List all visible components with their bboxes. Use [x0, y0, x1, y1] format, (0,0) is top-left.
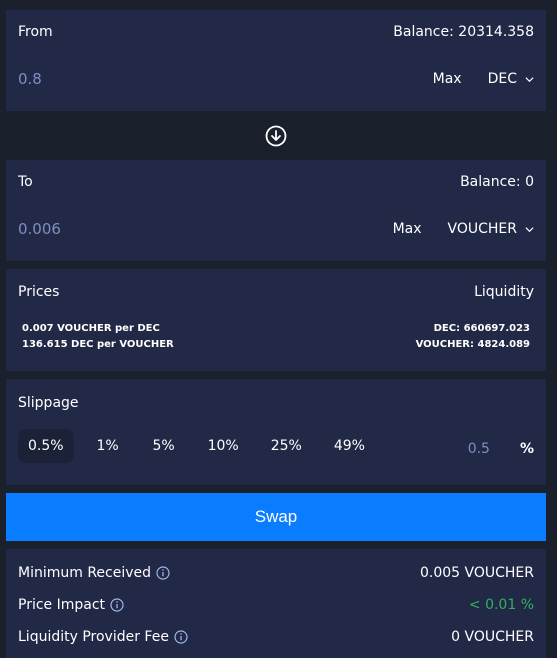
liquidity-list: DEC: 660697.023 VOUCHER: 4824.089	[416, 321, 530, 353]
slippage-custom-input[interactable]: 0.5	[468, 441, 490, 457]
price-impact-label: Price Impact	[18, 597, 106, 613]
details-card: Minimum Received 0.005 VOUCHER Price Imp…	[6, 549, 546, 658]
slippage-option-5[interactable]: 5%	[142, 429, 186, 463]
to-amount-input[interactable]: 0.006	[18, 220, 61, 238]
from-max-button[interactable]: Max	[433, 71, 462, 87]
from-token-select[interactable]: DEC	[488, 71, 534, 87]
to-max-button[interactable]: Max	[393, 221, 422, 237]
from-card: From Balance: 20314.358 0.8 Max DEC	[6, 10, 546, 111]
price-line: 136.615 DEC per VOUCHER	[22, 339, 174, 350]
from-token-label: DEC	[487, 71, 517, 87]
info-icon[interactable]	[174, 630, 188, 644]
slippage-custom: 0.5 %	[468, 441, 534, 457]
lp-fee-row: Liquidity Provider Fee 0 VOUCHER	[18, 629, 534, 645]
liquidity-line: VOUCHER: 4824.089	[415, 339, 530, 350]
liquidity-label: Liquidity	[474, 284, 534, 300]
minimum-received-value: 0.005 VOUCHER	[419, 565, 534, 581]
lp-fee-value: 0 VOUCHER	[451, 629, 534, 645]
slippage-option-25[interactable]: 25%	[261, 429, 312, 463]
minimum-received-label: Minimum Received	[18, 565, 152, 581]
slippage-option-10[interactable]: 10%	[198, 429, 249, 463]
arrow-down-circle-icon[interactable]	[265, 125, 287, 147]
slippage-unit: %	[519, 441, 534, 457]
minimum-received-row: Minimum Received 0.005 VOUCHER	[18, 565, 534, 581]
chevron-down-icon	[525, 226, 534, 232]
to-card: To Balance: 0 0.006 Max VOUCHER	[6, 160, 546, 261]
prices-card: Prices Liquidity 0.007 VOUCHER per DEC 1…	[6, 269, 546, 371]
swap-button[interactable]: Swap	[6, 493, 546, 541]
price-impact-row: Price Impact < 0.01 %	[18, 597, 534, 613]
info-icon[interactable]	[110, 598, 124, 612]
from-balance: Balance: 20314.358	[393, 24, 534, 40]
slippage-option-49[interactable]: 49%	[324, 429, 375, 463]
prices-list: 0.007 VOUCHER per DEC 136.615 DEC per VO…	[22, 321, 174, 353]
slippage-card: Slippage 0.5% 1% 5% 10% 25% 49% 0.5 %	[6, 379, 546, 485]
slippage-label: Slippage	[18, 395, 79, 411]
from-amount-input[interactable]: 0.8	[18, 70, 42, 88]
to-token-select[interactable]: VOUCHER	[448, 221, 534, 237]
liquidity-line: DEC: 660697.023	[433, 323, 530, 334]
info-icon[interactable]	[156, 566, 170, 580]
chevron-down-icon	[525, 76, 534, 82]
slippage-options: 0.5% 1% 5% 10% 25% 49%	[18, 429, 387, 463]
prices-label: Prices	[18, 284, 60, 300]
slippage-option-0.5[interactable]: 0.5%	[18, 429, 74, 463]
price-line: 0.007 VOUCHER per DEC	[22, 323, 160, 334]
slippage-option-1[interactable]: 1%	[86, 429, 130, 463]
lp-fee-label: Liquidity Provider Fee	[18, 629, 169, 645]
to-label: To	[18, 174, 33, 190]
to-token-label: VOUCHER	[447, 221, 517, 237]
from-label: From	[18, 24, 53, 40]
swap-panel: From Balance: 20314.358 0.8 Max DEC To B…	[0, 0, 557, 658]
to-balance: Balance: 0	[460, 174, 534, 190]
price-impact-value: < 0.01 %	[468, 597, 534, 613]
